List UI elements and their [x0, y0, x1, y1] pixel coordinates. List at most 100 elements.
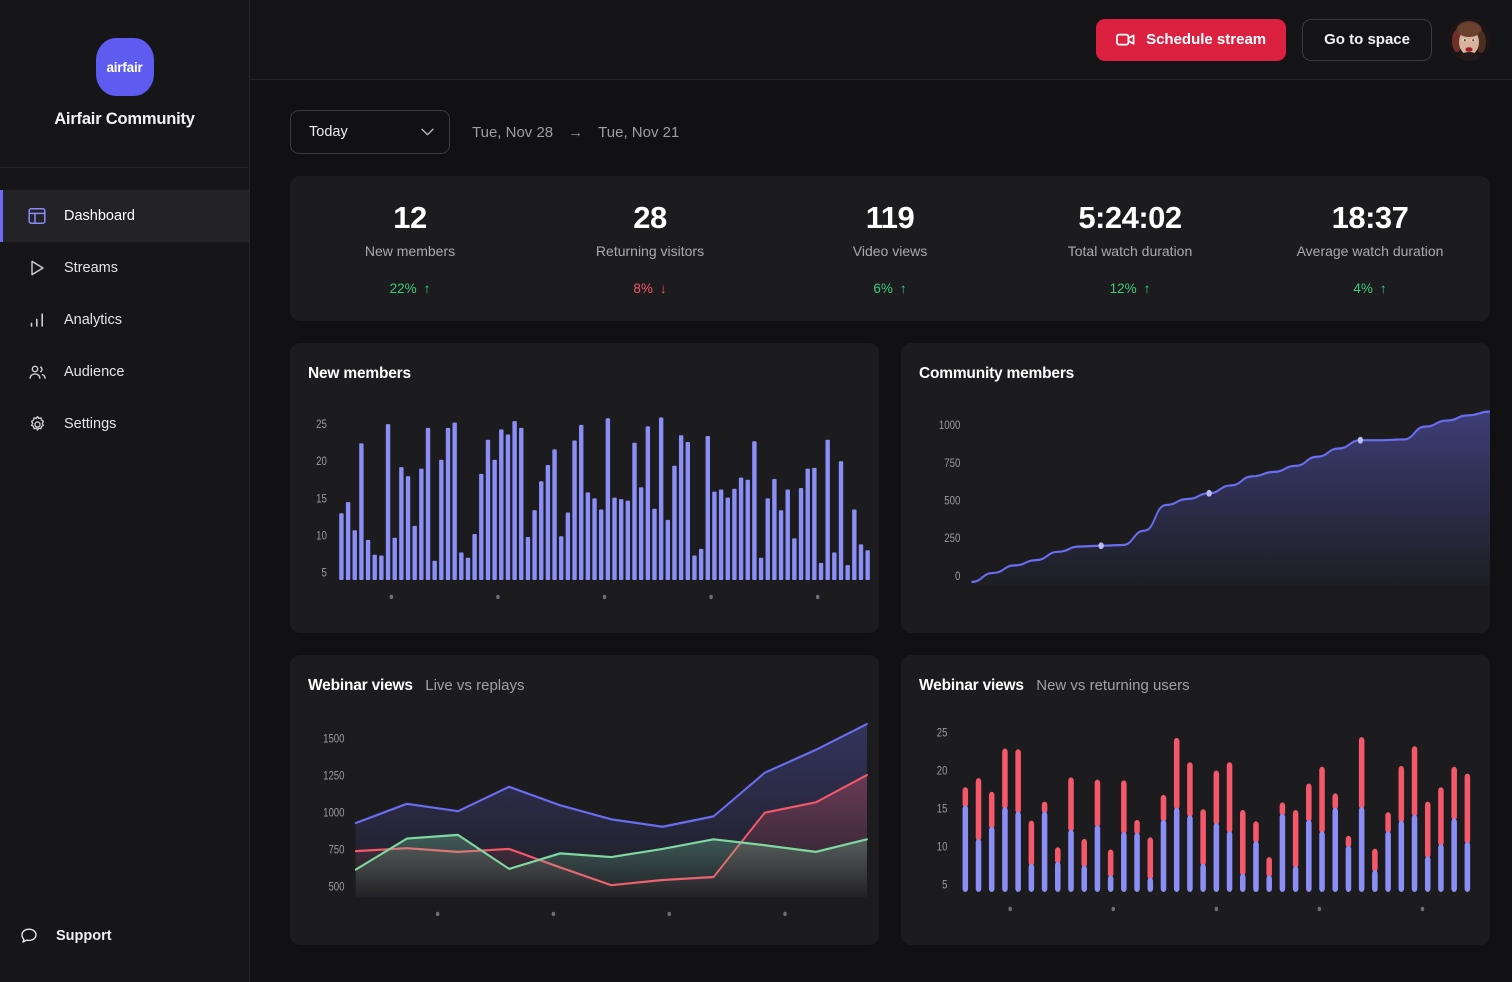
bar: [785, 489, 790, 580]
bar: [852, 509, 857, 580]
bar: [825, 439, 830, 580]
bar: [345, 502, 351, 580]
bar-segment-new: [1372, 869, 1378, 892]
kpi-item: 18:37 Average watch duration 4% ↑: [1250, 201, 1490, 296]
bar-segment-new: [1068, 829, 1074, 892]
bar-segment-new: [1015, 811, 1021, 892]
avatar[interactable]: [1448, 18, 1490, 61]
bar-segment-new: [1424, 856, 1431, 892]
kpi-label: Total watch duration: [1067, 242, 1193, 259]
x-axis-dot: [389, 594, 394, 600]
play-triangle-icon: [27, 258, 47, 278]
x-axis-dot: [1008, 906, 1012, 912]
chevron-down-icon: [421, 128, 434, 136]
bar: [352, 530, 357, 580]
date-range-display: Tue, Nov 28 → Tue, Nov 21: [472, 124, 679, 141]
bar-segment-new: [1173, 807, 1180, 892]
bar: [705, 436, 710, 580]
sidebar-item-label: Analytics: [64, 312, 123, 328]
bar-segment-new: [1451, 818, 1457, 892]
bar-segment-returning: [1424, 801, 1431, 859]
kpi-delta: 22% ↑: [290, 281, 530, 296]
sidebar-item-label: Streams: [64, 260, 118, 276]
bar: [625, 500, 631, 580]
bar: [685, 441, 690, 580]
kpi-delta-arrow-icon: ↓: [659, 280, 667, 296]
bar: [585, 492, 591, 580]
bar: [758, 557, 764, 580]
dashboard-content: Today Tue, Nov 28 → Tue, Nov 21 12 New me…: [250, 80, 1512, 982]
bar-segment-new: [1041, 811, 1048, 892]
support-link[interactable]: Support: [0, 890, 249, 982]
bar-segment-returning: [1068, 777, 1074, 832]
kpi-label: Average watch duration: [1296, 242, 1444, 259]
chart-svg: 5 10 15 20 25: [937, 727, 1471, 912]
bar-segment-new: [1266, 875, 1272, 892]
bar: [845, 565, 850, 580]
sidebar-item-analytics[interactable]: Analytics: [0, 294, 249, 346]
bar: [812, 467, 817, 580]
bar-segment-new: [1464, 841, 1471, 892]
bar-segment-returning: [975, 778, 982, 841]
kpi-delta-value: 22%: [389, 280, 417, 296]
sidebar: airfair Airfair Community Dashboard Stre: [0, 0, 250, 982]
x-axis-dot: [435, 911, 440, 917]
bar: [798, 487, 804, 580]
bar-segment-new: [1292, 866, 1299, 892]
sidebar-item-label: Dashboard: [64, 208, 135, 224]
sidebar-item-streams[interactable]: Streams: [0, 242, 249, 294]
bar: [712, 491, 717, 580]
bar: [552, 449, 557, 580]
date-range-select[interactable]: Today: [290, 110, 450, 154]
chart-svg: 0 250 500 750 1000: [939, 410, 1490, 585]
bar-segment-returning: [1358, 737, 1365, 809]
sidebar-item-audience[interactable]: Audience: [0, 346, 249, 398]
sidebar-item-dashboard[interactable]: Dashboard: [0, 190, 249, 242]
bar-segment-returning: [988, 791, 995, 829]
bar-segment-returning: [1438, 787, 1444, 847]
bar-segment-new: [1002, 806, 1008, 892]
bar: [412, 525, 417, 580]
date-range-select-value: Today: [309, 124, 348, 140]
x-axis-dot: [1214, 906, 1219, 912]
bar: [565, 512, 571, 580]
bar-segment-new: [1306, 819, 1312, 892]
x-axis-dot: [602, 594, 607, 600]
kpi-delta: 6% ↑: [770, 281, 1010, 296]
bar: [399, 467, 404, 580]
avatar-image: [1448, 18, 1490, 61]
bar: [645, 426, 651, 580]
sidebar-item-settings[interactable]: Settings: [0, 398, 249, 450]
y-axis-tick-label: 5: [322, 567, 327, 580]
bar: [605, 418, 611, 580]
bar: [638, 487, 644, 580]
bar: [379, 555, 384, 580]
go-to-space-button[interactable]: Go to space: [1302, 18, 1432, 61]
bar-segment-returning: [1398, 765, 1405, 823]
bar: [678, 435, 684, 580]
chart-title: New members: [308, 365, 411, 382]
bar: [372, 554, 377, 580]
kpi-value: 119: [865, 200, 915, 236]
kpi-delta: 8% ↓: [530, 281, 770, 296]
y-axis-tick-label: 500: [328, 881, 344, 894]
schedule-stream-button[interactable]: Schedule stream: [1096, 18, 1287, 61]
chart-plot-new-members: 5 10 15 20 25: [290, 395, 879, 633]
bar: [365, 539, 371, 580]
kpi-delta-arrow-icon: ↑: [1379, 280, 1387, 296]
bar-segment-new: [1345, 845, 1352, 892]
bar-chart-icon: [27, 310, 47, 330]
chart-card-community-members: Community members 0 250 500 750 1000: [901, 343, 1490, 633]
filter-bar: Today Tue, Nov 28 → Tue, Nov 21: [290, 110, 1490, 154]
x-axis-dot: [551, 911, 556, 917]
area-fill: [971, 411, 1490, 585]
y-axis-tick-label: 25: [937, 727, 948, 740]
bar: [432, 560, 437, 580]
kpi-value: 5:24:02: [1078, 200, 1182, 236]
bar-segment-returning: [1147, 837, 1154, 880]
kpi-label: Video views: [852, 242, 928, 259]
bar-segment-new: [1411, 814, 1418, 892]
bar: [405, 476, 411, 580]
kpi-delta-arrow-icon: ↑: [899, 280, 907, 296]
bar: [519, 427, 524, 580]
